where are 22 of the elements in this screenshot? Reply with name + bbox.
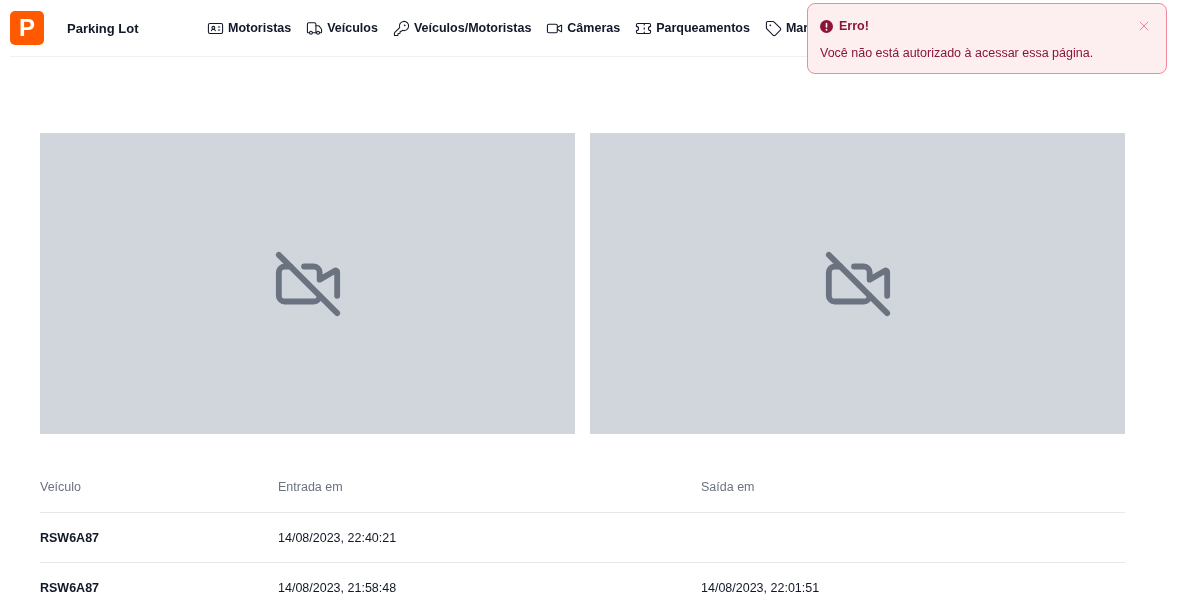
- tag-icon: [764, 19, 782, 37]
- toast-message: Você não está autorizado à acessar essa página.: [820, 46, 1095, 60]
- key-icon: [392, 19, 410, 37]
- table-cell: RSW6A87: [40, 512, 278, 563]
- app-name: Parking Lot: [67, 20, 140, 36]
- logo: P: [10, 11, 44, 45]
- nav-link[interactable]: Parqueamentos: [635, 19, 750, 37]
- nav-link[interactable]: Veículos/Motoristas: [392, 19, 532, 37]
- column-header: Entrada em: [278, 468, 701, 513]
- nav-link[interactable]: Motoristas: [207, 19, 292, 37]
- nav-link[interactable]: Veículos: [306, 19, 378, 37]
- table-cell: 14/08/2023, 21:58:48: [278, 562, 701, 603]
- nav-link[interactable]: Câmeras: [546, 19, 621, 37]
- nav-link[interactable]: Mar: [764, 19, 809, 37]
- table-cell: 14/08/2023, 22:40:21: [278, 512, 701, 563]
- truck-icon: [306, 19, 324, 37]
- column-header: Veículo: [40, 468, 278, 513]
- column-header: Saída em: [701, 468, 1125, 513]
- table-cell: RSW6A87: [40, 562, 278, 603]
- toast-title: Erro!: [839, 19, 869, 33]
- table-cell: 14/08/2023, 22:01:51: [701, 562, 1125, 603]
- alert-icon: [820, 19, 833, 33]
